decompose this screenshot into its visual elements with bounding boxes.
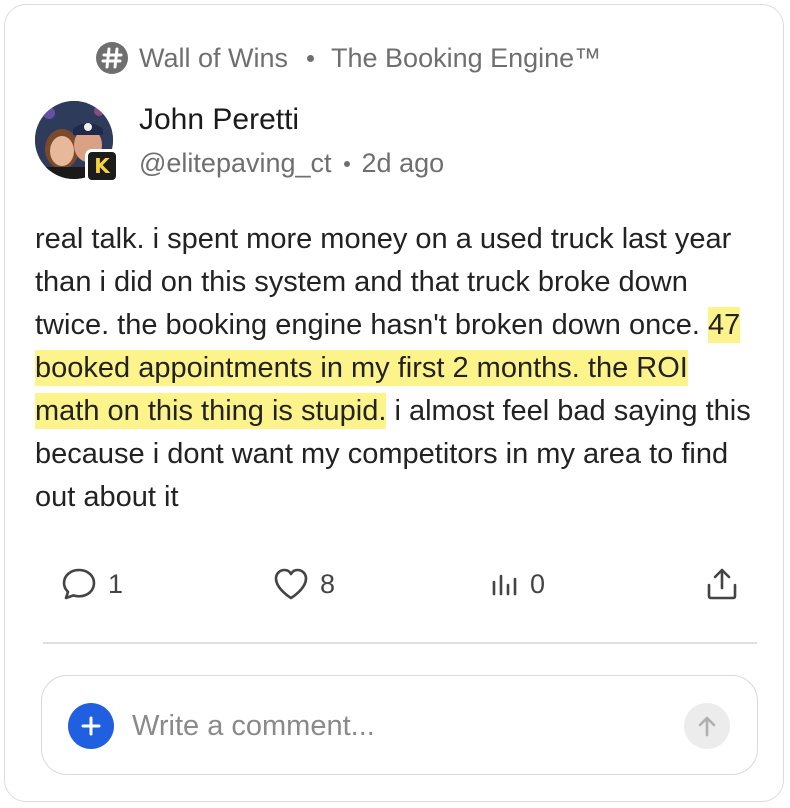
- avatar[interactable]: K: [35, 101, 119, 185]
- like-count: 8: [320, 568, 336, 599]
- comment-composer: [41, 675, 758, 775]
- divider: [43, 642, 757, 644]
- comment-button[interactable]: 1: [60, 565, 123, 603]
- bar-chart-icon: [492, 574, 517, 596]
- like-button[interactable]: 8: [272, 565, 335, 603]
- comment-count: 1: [108, 568, 124, 599]
- hash-icon: [95, 41, 129, 75]
- separator-dot: [343, 160, 350, 167]
- post-timestamp: 2d ago: [361, 148, 445, 178]
- post-text-before: real talk. i spent more money on a used …: [35, 223, 732, 341]
- heart-icon: [274, 568, 308, 600]
- breadcrumb: Wall of Wins The Booking Engine™: [95, 38, 601, 78]
- community-link[interactable]: The Booking Engine™: [331, 43, 601, 74]
- author-meta: @elitepaving_ct 2d ago: [139, 148, 444, 179]
- send-button[interactable]: [684, 703, 730, 749]
- plus-icon: [81, 716, 101, 736]
- comment-icon: [62, 568, 96, 600]
- author-name[interactable]: John Peretti: [139, 103, 299, 137]
- add-attachment-button[interactable]: [68, 703, 114, 749]
- views-stat: 0: [490, 565, 545, 603]
- post-body: real talk. i spent more money on a used …: [35, 218, 760, 519]
- separator-dot: [307, 54, 315, 62]
- post-card: Wall of Wins The Booking Engine™ K John …: [4, 4, 784, 802]
- post-actions: 1 8 0: [60, 565, 740, 607]
- channel-link[interactable]: Wall of Wins: [139, 43, 288, 74]
- share-icon: [707, 568, 737, 600]
- community-badge: K: [85, 149, 119, 183]
- comment-input[interactable]: [132, 704, 662, 748]
- author-handle[interactable]: @elitepaving_ct: [139, 148, 332, 179]
- share-button[interactable]: [704, 565, 750, 603]
- arrow-up-icon: [698, 716, 716, 737]
- view-count: 0: [530, 568, 546, 599]
